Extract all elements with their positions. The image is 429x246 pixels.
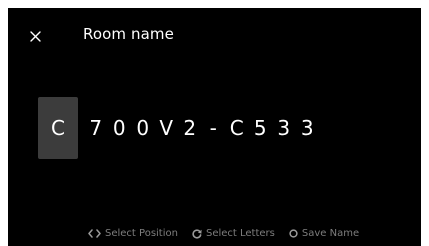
page-title: Room name — [83, 25, 174, 43]
name-char[interactable]: 0 — [108, 97, 132, 159]
circle-button-icon — [289, 229, 298, 238]
left-right-arrows-icon — [88, 229, 101, 238]
hint-label: Select Letters — [205, 228, 275, 239]
name-char-selected[interactable]: C — [38, 97, 78, 159]
name-char[interactable]: 2 — [178, 97, 202, 159]
name-char[interactable]: 0 — [131, 97, 155, 159]
name-char[interactable]: 5 — [249, 97, 273, 159]
name-char[interactable]: C — [225, 97, 249, 159]
name-char[interactable]: 3 — [272, 97, 296, 159]
hint-label: Select Position — [105, 228, 178, 239]
hint-label: Save Name — [301, 228, 360, 239]
rotate-dial-icon — [192, 228, 202, 239]
name-char[interactable]: 3 — [296, 97, 320, 159]
name-char[interactable]: V — [155, 97, 179, 159]
room-name-characters: C 7 0 0 V 2 - C 5 3 3 — [38, 97, 319, 159]
close-icon — [29, 27, 41, 46]
hint-select-position: Select Position — [88, 228, 178, 239]
close-button[interactable] — [27, 28, 43, 44]
hint-select-letters: Select Letters — [192, 228, 275, 239]
room-name-screen: Room name C 7 0 0 V 2 - C 5 3 3 Select P… — [8, 8, 421, 246]
name-char[interactable]: - — [202, 97, 226, 159]
control-hints: Select Position Select Letters Save Name — [88, 228, 373, 239]
name-char[interactable]: 7 — [84, 97, 108, 159]
hint-save-name: Save Name — [289, 228, 359, 239]
